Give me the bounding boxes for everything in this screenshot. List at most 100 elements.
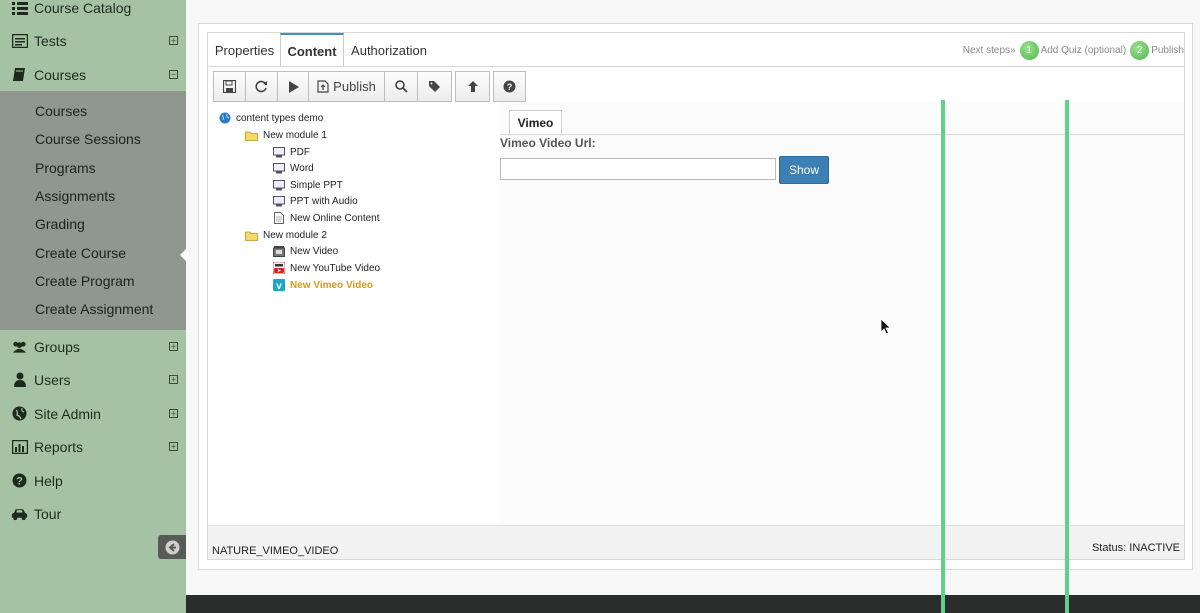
vimeo-tab-divider xyxy=(500,134,1184,135)
svg-text:v: v xyxy=(276,281,282,291)
tree-item-word[interactable]: Word xyxy=(272,161,314,175)
tab-content[interactable]: Content xyxy=(280,33,344,67)
list-icon xyxy=(11,0,28,16)
tree-root[interactable]: content types demo xyxy=(218,111,323,125)
publish-icon xyxy=(317,80,329,93)
next-steps: Next steps» 1 Add Quiz (optional) 2 Publ… xyxy=(963,41,1184,60)
folder-icon xyxy=(245,129,258,141)
submenu-item-grading[interactable]: Grading xyxy=(35,216,85,232)
sidebar-item-users[interactable]: Users + xyxy=(0,363,186,396)
tab-properties[interactable]: Properties xyxy=(208,33,281,67)
sidebar-item-help[interactable]: ? Help xyxy=(0,464,186,497)
film-icon xyxy=(272,245,285,257)
chart-icon xyxy=(11,438,28,455)
search-button[interactable] xyxy=(384,71,418,102)
step-2-badge[interactable]: 2 xyxy=(1130,41,1150,60)
submenu-item-create-course[interactable]: Create Course xyxy=(35,245,126,261)
search-icon xyxy=(394,80,408,93)
step-1-label[interactable]: Add Quiz (optional) xyxy=(1041,45,1127,56)
svg-text:?: ? xyxy=(507,82,513,92)
submenu-item-courses[interactable]: Courses xyxy=(35,103,87,119)
document-icon xyxy=(272,212,285,224)
sidebar: Course Catalog Tests + Courses − Courses… xyxy=(0,0,186,613)
refresh-icon xyxy=(255,80,267,93)
vimeo-icon: v xyxy=(272,279,285,291)
sidebar-item-course-catalog[interactable]: Course Catalog xyxy=(0,0,186,24)
step-1-badge[interactable]: 1 xyxy=(1019,41,1039,60)
vimeo-editor: Vimeo Vimeo Video Url: Show xyxy=(500,103,1184,523)
collapse-icon[interactable]: − xyxy=(169,69,178,79)
sidebar-item-label: Tour xyxy=(34,505,62,522)
guide-line xyxy=(941,100,945,613)
vimeo-url-label: Vimeo Video Url: xyxy=(500,136,596,150)
expand-icon[interactable]: + xyxy=(169,35,178,45)
submenu-item-programs[interactable]: Programs xyxy=(35,160,96,176)
monitor-icon xyxy=(272,162,285,174)
sidebar-item-groups[interactable]: Groups + xyxy=(0,330,186,363)
arrow-up-icon xyxy=(467,81,478,92)
save-button[interactable] xyxy=(213,71,246,102)
submenu-item-course-sessions[interactable]: Course Sessions xyxy=(35,131,141,147)
tag-icon xyxy=(429,81,440,92)
save-icon xyxy=(223,80,236,93)
sidebar-item-tour[interactable]: Tour xyxy=(0,497,186,530)
sidebar-item-courses[interactable]: Courses − xyxy=(0,58,186,91)
car-icon xyxy=(11,505,28,522)
user-icon xyxy=(11,371,28,388)
tree-item-ppt-with-audio[interactable]: PPT with Audio xyxy=(272,194,358,208)
tree-item-online-content[interactable]: New Online Content xyxy=(272,211,380,225)
tab-vimeo[interactable]: Vimeo xyxy=(509,110,562,135)
collapse-sidebar-button[interactable] xyxy=(158,535,186,559)
footer xyxy=(186,595,1200,613)
sidebar-item-site-admin[interactable]: Site Admin + xyxy=(0,397,186,430)
tree-item-pdf[interactable]: PDF xyxy=(272,145,310,159)
sidebar-item-reports[interactable]: Reports + xyxy=(0,430,186,463)
main-area: Properties Content Authorization Next st… xyxy=(186,0,1200,595)
help-button[interactable]: ? xyxy=(493,71,526,102)
book-icon xyxy=(11,66,28,83)
show-button[interactable]: Show xyxy=(779,156,829,184)
sidebar-item-label: Tests xyxy=(34,32,67,49)
course-editor: Properties Content Authorization Next st… xyxy=(207,32,1185,560)
course-globe-icon xyxy=(218,112,231,124)
publish-button[interactable]: Publish xyxy=(308,71,385,102)
status-bar: NATURE_VIMEO_VIDEO Status: INACTIVE xyxy=(208,525,1184,559)
content-panel: Properties Content Authorization Next st… xyxy=(198,23,1193,570)
expand-icon[interactable]: + xyxy=(169,408,178,418)
sidebar-item-label: Help xyxy=(34,472,63,489)
sidebar-item-label: Users xyxy=(34,371,71,388)
globe-icon xyxy=(11,405,28,422)
expand-icon[interactable]: + xyxy=(169,374,178,384)
monitor-icon xyxy=(272,179,285,191)
preview-button[interactable] xyxy=(277,71,309,102)
next-steps-label: Next steps» xyxy=(962,45,1016,56)
tab-authorization[interactable]: Authorization xyxy=(344,33,434,67)
youtube-icon xyxy=(272,262,285,274)
tree-module-2[interactable]: New module 2 xyxy=(245,228,327,242)
tag-button[interactable] xyxy=(417,71,452,102)
refresh-button[interactable] xyxy=(245,71,278,102)
tab-divider xyxy=(208,66,1184,67)
sidebar-item-label: Groups xyxy=(34,338,80,355)
tree-item-simple-ppt[interactable]: Simple PPT xyxy=(272,178,343,192)
submenu-item-create-program[interactable]: Create Program xyxy=(35,273,135,289)
submenu-item-create-assignment[interactable]: Create Assignment xyxy=(35,301,153,317)
sidebar-item-tests[interactable]: Tests + xyxy=(0,24,186,57)
move-up-button[interactable] xyxy=(455,71,490,102)
editor-toolbar: Publish ? xyxy=(213,71,526,102)
sidebar-item-label: Course Catalog xyxy=(34,0,132,16)
folder-icon xyxy=(245,229,258,241)
vimeo-url-input[interactable] xyxy=(500,158,776,180)
question-icon: ? xyxy=(11,472,28,489)
tree-module-1[interactable]: New module 1 xyxy=(245,128,327,142)
tree-item-vimeo-video[interactable]: v New Vimeo Video xyxy=(272,278,373,292)
arrow-left-circle-icon xyxy=(165,540,179,554)
step-2-label[interactable]: Publish xyxy=(1151,45,1184,56)
tree-item-youtube-video[interactable]: New YouTube Video xyxy=(272,261,380,275)
submenu-item-assignments[interactable]: Assignments xyxy=(35,188,115,204)
courses-submenu: Courses Course Sessions Programs Assignm… xyxy=(0,91,186,330)
monitor-icon xyxy=(272,146,285,158)
expand-icon[interactable]: + xyxy=(169,341,178,351)
tree-item-video[interactable]: New Video xyxy=(272,244,338,258)
expand-icon[interactable]: + xyxy=(169,441,178,451)
